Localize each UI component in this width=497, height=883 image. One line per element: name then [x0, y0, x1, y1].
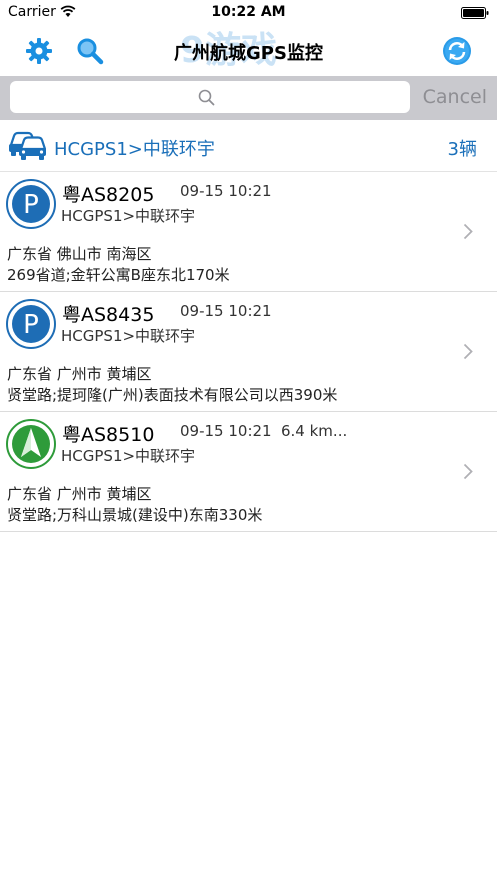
address-detail: 贤堂路;提珂隆(广州)表面技术有限公司以西390米: [7, 386, 338, 404]
status-time: 10:22 AM: [211, 4, 286, 20]
chevron-right-icon: [463, 343, 473, 360]
chevron-right-icon: [463, 463, 473, 480]
address-region: 广东省 广州市 黄埔区: [7, 485, 152, 503]
parking-icon: P: [6, 179, 56, 229]
address-region: 广东省 广州市 黄埔区: [7, 365, 152, 383]
parking-letter: P: [23, 190, 39, 220]
address-detail: 贤堂路;万科山景城(建设中)东南330米: [7, 506, 263, 524]
nav-bar: 9游戏 广州航城GPS监控: [0, 26, 497, 76]
license-plate: 粤AS8435: [62, 304, 155, 326]
vehicle-count: 3辆: [447, 139, 477, 160]
update-time: 09-15 10:21: [180, 182, 272, 200]
address-region: 广东省 佛山市 南海区: [7, 245, 152, 263]
refresh-button[interactable]: [440, 34, 474, 68]
vehicle-row[interactable]: 粤AS8510 09-15 10:21 6.4 km... HCGPS1>中联环…: [0, 412, 497, 532]
group-name: HCGPS1>中联环宇: [54, 139, 215, 160]
chevron-right-icon: [463, 223, 473, 240]
cancel-button[interactable]: Cancel: [423, 86, 487, 108]
refresh-icon: [443, 37, 471, 65]
vehicle-group: HCGPS1>中联环宇: [61, 327, 196, 345]
license-plate: 粤AS8205: [62, 184, 155, 206]
vehicles-group-icon: [9, 131, 46, 160]
vehicle-row[interactable]: P 粤AS8205 09-15 10:21 HCGPS1>中联环宇 广东省 佛山…: [0, 172, 497, 292]
update-time: 09-15 10:21: [180, 422, 272, 440]
search-bar: Cancel: [0, 76, 497, 120]
update-time: 09-15 10:21: [180, 302, 272, 320]
vehicle-list: P 粤AS8205 09-15 10:21 HCGPS1>中联环宇 广东省 佛山…: [0, 172, 497, 532]
search-input[interactable]: [10, 81, 410, 113]
vehicle-group: HCGPS1>中联环宇: [61, 207, 196, 225]
parking-icon: P: [6, 299, 56, 349]
parking-letter: P: [23, 310, 39, 340]
status-bar: Carrier 10:22 AM: [0, 0, 497, 26]
address-detail: 269省道;金轩公寓B座东北170米: [7, 266, 230, 284]
distance: 6.4 km...: [281, 422, 348, 440]
battery-icon: [461, 7, 489, 19]
group-header[interactable]: HCGPS1>中联环宇 3辆: [0, 120, 497, 172]
vehicle-group: HCGPS1>中联环宇: [61, 447, 196, 465]
license-plate: 粤AS8510: [62, 424, 155, 446]
page-title: 广州航城GPS监控: [174, 43, 323, 64]
moving-arrow-icon: [6, 419, 56, 469]
vehicle-row[interactable]: P 粤AS8435 09-15 10:21 HCGPS1>中联环宇 广东省 广州…: [0, 292, 497, 412]
search-field[interactable]: [10, 81, 410, 113]
